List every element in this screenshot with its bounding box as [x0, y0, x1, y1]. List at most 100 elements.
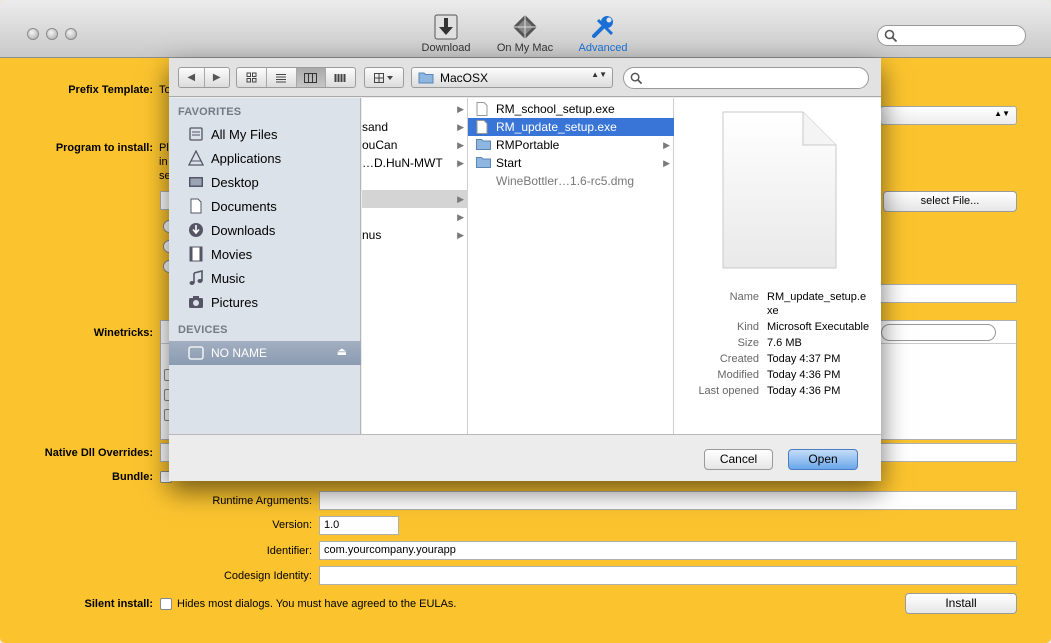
program-to-install-label: Program to install:: [55, 142, 153, 154]
on-my-mac-label: On My Mac: [496, 42, 554, 54]
winetricks-label: Winetricks:: [93, 327, 153, 339]
runtime-arguments-field[interactable]: [319, 491, 1017, 510]
info-last-opened-value: Today 4:36 PM: [767, 385, 841, 397]
list-item[interactable]: ▶: [362, 208, 468, 226]
file-list-item[interactable]: RM_school_setup.exe: [468, 100, 674, 118]
sidebar-item-movies[interactable]: Movies: [169, 242, 361, 266]
list-item-selected-parent[interactable]: ▶: [362, 190, 468, 208]
eject-icon[interactable]: ⏏: [337, 345, 347, 358]
forward-arrow-icon: ▶: [212, 72, 221, 83]
arrange-icon: [374, 72, 393, 83]
sidebar-item-downloads[interactable]: Downloads: [169, 218, 361, 242]
list-item-label: …D.HuN-MWT: [362, 156, 443, 170]
sidebar-item-music[interactable]: Music: [169, 266, 361, 290]
disclosure-arrow-icon: ▶: [457, 193, 464, 204]
browser-column-2: RM_school_setup.exe RM_update_setup.exe RM…: [468, 98, 674, 434]
location-popup-arrows-icon: ▲▼: [591, 70, 607, 79]
folder-icon: [476, 156, 491, 170]
identifier-field[interactable]: com.yourcompany.yourapp: [319, 541, 1017, 560]
info-modified-key: Modified: [717, 369, 759, 381]
codesign-identity-field[interactable]: [319, 566, 1017, 585]
search-icon: [630, 72, 643, 85]
cover-flow-view-button[interactable]: [326, 68, 355, 87]
main-window: Download On My Mac Advanced Prefix Templ…: [0, 0, 1051, 643]
install-button[interactable]: Install: [905, 593, 1017, 614]
sidebar-item-pictures[interactable]: Pictures: [169, 290, 361, 314]
disclosure-arrow-icon: ▶: [457, 139, 464, 150]
forward-button[interactable]: ▶: [205, 68, 230, 87]
select-file-button[interactable]: select File...: [883, 191, 1017, 212]
popup-arrows-icon: ▲▼: [994, 109, 1010, 118]
file-list-item[interactable]: RMPortable ▶: [468, 136, 674, 154]
cover-flow-icon: [334, 73, 346, 82]
view-mode-control: [236, 67, 356, 88]
open-button[interactable]: Open: [788, 449, 858, 470]
native-dll-overrides-label: Native Dll Overrides:: [44, 447, 153, 459]
prefix-template-popup[interactable]: ▲▼: [880, 106, 1017, 125]
folder-icon: [476, 138, 491, 152]
list-item[interactable]: sand ▶: [362, 118, 468, 136]
toolbar-on-my-mac[interactable]: On My Mac: [485, 14, 565, 54]
list-view-icon: [276, 73, 287, 82]
silent-install-checkbox[interactable]: [160, 598, 172, 610]
list-item-label: ouCan: [362, 138, 398, 152]
disclosure-arrow-icon: ▶: [457, 157, 464, 168]
file-list-item[interactable]: Start ▶: [468, 154, 674, 172]
list-item[interactable]: …D.HuN-MWT ▶: [362, 154, 468, 172]
program-arguments-field[interactable]: [880, 284, 1017, 303]
silent-install-description: Hides most dialogs. You must have agreed…: [177, 598, 457, 610]
browser-column-1: sand ▶ ouCan ▶ …D.HuN-MWT ▶ ▶ nus ▶ ▶ ▶: [362, 98, 468, 434]
toolbar-advanced[interactable]: Advanced: [563, 14, 643, 54]
back-arrow-icon: ◀: [187, 72, 196, 83]
file-icon: [476, 120, 490, 134]
list-item[interactable]: ouCan ▶: [362, 136, 468, 154]
documents-icon: [187, 197, 205, 215]
sidebar-item-applications[interactable]: Applications: [169, 146, 361, 170]
preview-pane: Name RM_update_setup.e xe Kind Microsoft…: [674, 98, 881, 434]
toolbar-download[interactable]: Download: [406, 14, 486, 54]
advanced-wrench-icon: [592, 16, 614, 38]
list-item[interactable]: ▶: [362, 100, 468, 118]
sidebar-item-label: Documents: [211, 198, 277, 214]
sidebar-item-no-name[interactable]: NO NAME ⏏: [169, 341, 361, 365]
info-last-opened-key: Last opened: [698, 385, 759, 397]
info-name-value-cont: xe: [767, 305, 779, 317]
zoom-window-button[interactable]: [65, 28, 77, 40]
prefix-template-label: Prefix Template:: [68, 84, 153, 96]
close-window-button[interactable]: [27, 28, 39, 40]
cancel-button[interactable]: Cancel: [704, 449, 773, 470]
info-size-value: 7.6 MB: [767, 337, 802, 349]
icon-view-button[interactable]: [237, 68, 267, 87]
sidebar-item-label: Music: [211, 270, 245, 286]
music-icon: [187, 269, 205, 287]
toolbar-search-field[interactable]: [877, 25, 1026, 46]
sidebar-item-desktop[interactable]: Desktop: [169, 170, 361, 194]
version-field[interactable]: 1.0: [319, 516, 399, 535]
dialog-search-field[interactable]: [623, 67, 869, 89]
sidebar-item-all-my-files[interactable]: All My Files: [169, 122, 361, 146]
program-text-2: in: [159, 156, 168, 168]
file-list-item-label: WineBottler…1.6-rc5.dmg: [496, 174, 635, 188]
list-item[interactable]: nus ▶: [362, 226, 468, 244]
favorites-header: FAVORITES: [178, 106, 242, 118]
list-view-button[interactable]: [267, 68, 297, 87]
version-label: Version:: [272, 519, 312, 531]
location-label: MacOSX: [440, 70, 489, 85]
file-list-item[interactable]: RM_update_setup.exe: [468, 118, 674, 136]
runtime-arguments-label: Runtime Arguments:: [212, 495, 312, 507]
back-button[interactable]: ◀: [179, 68, 205, 87]
disclosure-arrow-icon: ▶: [663, 157, 670, 168]
minimize-window-button[interactable]: [46, 28, 58, 40]
arrange-menu[interactable]: [364, 67, 404, 88]
location-popup[interactable]: MacOSX ▲▼: [411, 67, 613, 88]
advanced-label: Advanced: [578, 42, 628, 54]
sidebar-item-documents[interactable]: Documents: [169, 194, 361, 218]
sidebar-item-label: Movies: [211, 246, 253, 262]
back-forward-control: ◀ ▶: [178, 67, 230, 88]
column-view-button[interactable]: [296, 68, 327, 87]
disclosure-arrow-icon: ▶: [457, 121, 464, 132]
file-list-item[interactable]: WineBottler…1.6-rc5.dmg: [468, 172, 674, 190]
winetricks-search-field[interactable]: [881, 324, 996, 341]
arrange-button[interactable]: [365, 68, 403, 87]
file-list-item-label: Start: [496, 156, 522, 170]
